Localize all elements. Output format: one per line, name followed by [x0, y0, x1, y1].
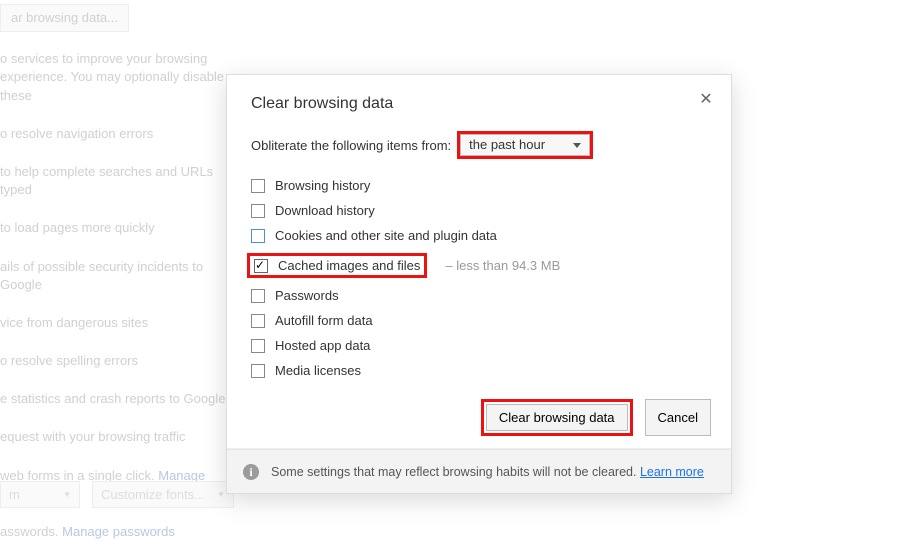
checkbox-media-licenses[interactable]: [251, 364, 265, 378]
item-label: Autofill form data: [275, 313, 373, 328]
checkbox-browsing-history[interactable]: [251, 179, 265, 193]
bg-text: asswords.: [0, 524, 62, 539]
manage-passwords-link: Manage passwords: [62, 524, 175, 539]
clear-browsing-data-button[interactable]: Clear browsing data: [486, 404, 628, 431]
time-range-row: Obliterate the following items from: the…: [251, 131, 707, 159]
item-label: Media licenses: [275, 363, 361, 378]
dialog-body: Obliterate the following items from: the…: [227, 125, 731, 383]
cancel-button[interactable]: Cancel: [645, 399, 711, 436]
info-text-content: Some settings that may reflect browsing …: [271, 465, 640, 479]
time-range-highlight: the past hour: [457, 131, 593, 159]
checkbox-cached-files[interactable]: [254, 259, 268, 273]
list-item: Autofill form data: [251, 308, 707, 333]
list-item: Media licenses: [251, 358, 707, 383]
list-item: Hosted app data: [251, 333, 707, 358]
item-label: Hosted app data: [275, 338, 370, 353]
checkbox-passwords[interactable]: [251, 289, 265, 303]
dialog-header: Clear browsing data ✕: [227, 75, 731, 125]
item-label: Browsing history: [275, 178, 370, 193]
learn-more-link[interactable]: Learn more: [640, 465, 704, 479]
close-icon[interactable]: ✕: [695, 89, 717, 111]
cached-files-highlight: Cached images and files: [247, 253, 427, 278]
clear-browsing-data-dialog: Clear browsing data ✕ Obliterate the fol…: [226, 74, 732, 494]
info-bar: i Some settings that may reflect browsin…: [227, 449, 731, 493]
data-types-list: Browsing history Download history Cookie…: [251, 173, 707, 383]
item-label: Download history: [275, 203, 375, 218]
checkbox-autofill[interactable]: [251, 314, 265, 328]
time-range-label: Obliterate the following items from:: [251, 138, 451, 153]
dialog-title: Clear browsing data: [251, 95, 393, 112]
info-text: Some settings that may reflect browsing …: [271, 465, 704, 479]
clear-button-highlight: Clear browsing data: [481, 399, 633, 436]
checkbox-cookies[interactable]: [251, 229, 265, 243]
list-item: Cached images and files – less than 94.3…: [251, 248, 707, 283]
list-item: Browsing history: [251, 173, 707, 198]
info-icon: i: [243, 464, 259, 480]
item-label: Cached images and files: [278, 258, 420, 273]
item-label: Cookies and other site and plugin data: [275, 228, 497, 243]
checkbox-hosted-app[interactable]: [251, 339, 265, 353]
cached-size-text: – less than 94.3 MB: [445, 258, 560, 273]
dialog-footer: Clear browsing data Cancel: [227, 389, 731, 449]
list-item: Download history: [251, 198, 707, 223]
item-label: Passwords: [275, 288, 339, 303]
list-item: Passwords: [251, 283, 707, 308]
checkbox-download-history[interactable]: [251, 204, 265, 218]
time-range-select[interactable]: the past hour: [460, 134, 590, 156]
list-item: Cookies and other site and plugin data: [251, 223, 707, 248]
